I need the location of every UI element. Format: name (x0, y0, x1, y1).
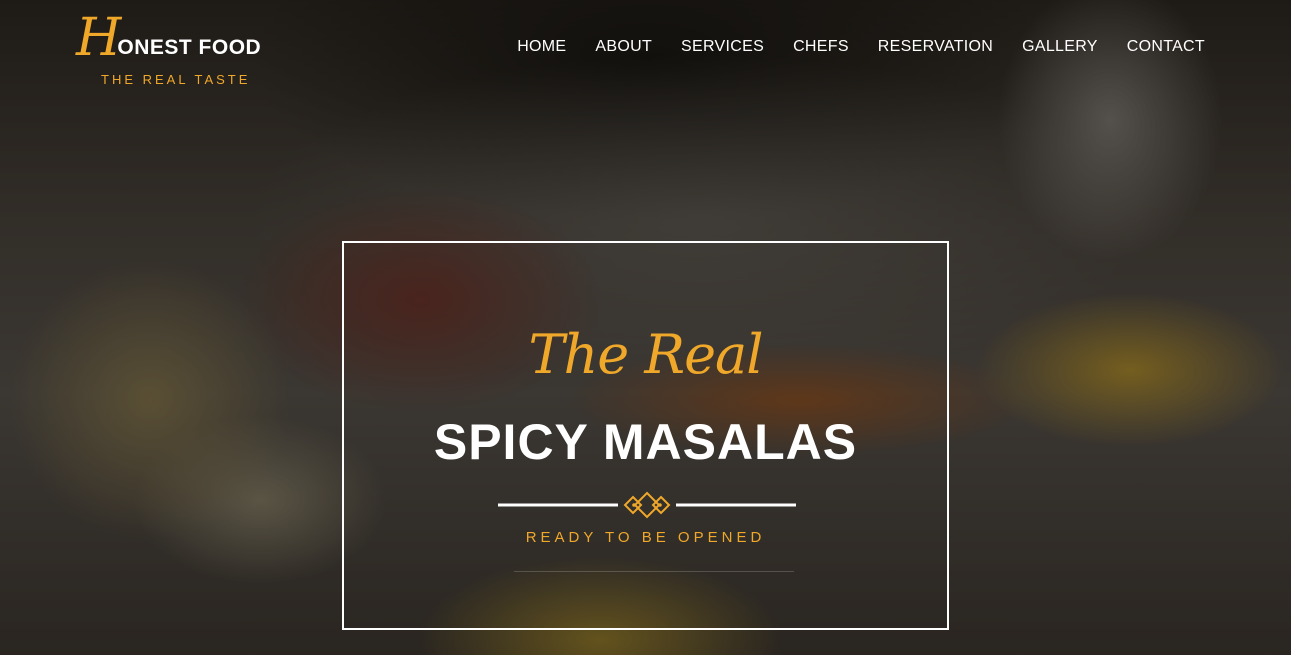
hero-frame: The Real SPICY MASALAS READY TO BE OPENE… (342, 241, 949, 630)
nav-about[interactable]: ABOUT (595, 38, 652, 56)
main-nav: HOME ABOUT SERVICES CHEFS RESERVATION GA… (517, 38, 1205, 56)
logo-tagline: THE REAL TASTE (101, 72, 251, 87)
brand-logo[interactable]: H ONEST FOOD THE REAL TASTE (76, 8, 296, 87)
decorative-divider (514, 571, 794, 572)
ornament-divider-icon (498, 491, 796, 519)
nav-home[interactable]: HOME (517, 38, 566, 56)
nav-chefs[interactable]: CHEFS (793, 38, 849, 56)
hero-script-title: The Real (528, 323, 764, 386)
hero-title: SPICY MASALAS (433, 414, 858, 470)
nav-reservation[interactable]: RESERVATION (878, 38, 993, 56)
logo-name: ONEST FOOD (117, 36, 262, 59)
logo-initial: H (76, 8, 121, 68)
nav-services[interactable]: SERVICES (681, 38, 764, 56)
nav-gallery[interactable]: GALLERY (1022, 38, 1098, 56)
nav-contact[interactable]: CONTACT (1127, 38, 1205, 56)
hero-subtitle: READY TO BE OPENED (525, 529, 766, 546)
